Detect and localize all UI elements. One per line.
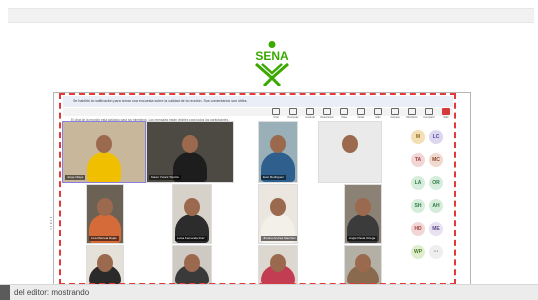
sena-logo: SENA — [255, 41, 289, 86]
status-text: del editor: mostrando — [14, 288, 90, 297]
drag-handle-icon[interactable]: ⋮ ⋮ — [47, 217, 55, 231]
status-marker — [0, 285, 10, 300]
highlight-dashed-frame — [59, 93, 456, 285]
browser-top-strip — [8, 8, 534, 23]
status-bar: del editor: mostrando — [0, 284, 538, 300]
svg-text:SENA: SENA — [255, 49, 289, 63]
